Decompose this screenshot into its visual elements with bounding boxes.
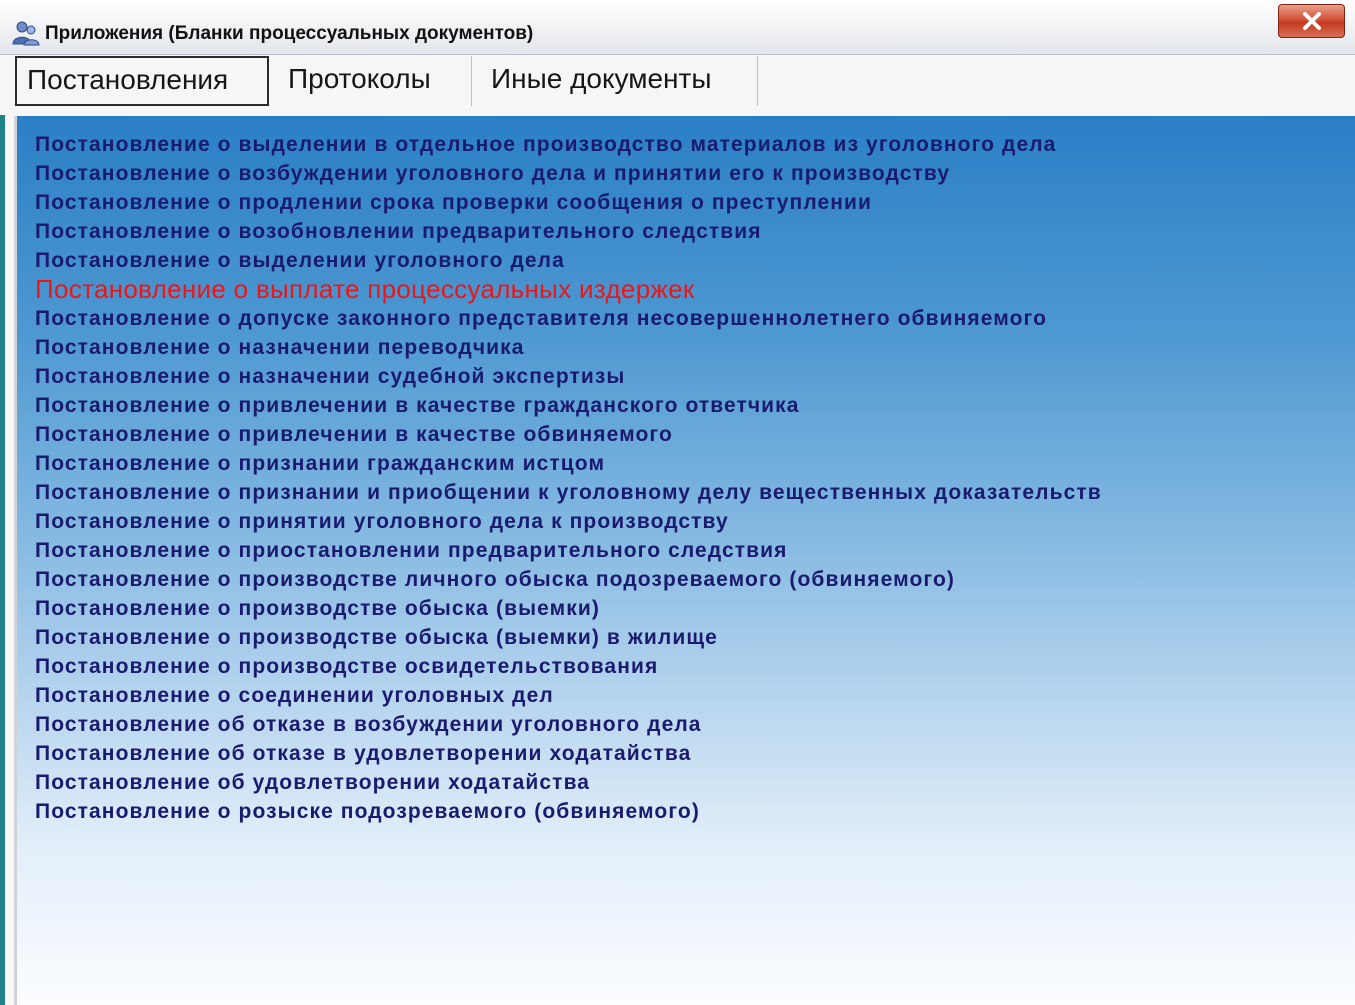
document-link[interactable]: Постановление о производстве освидетельс… (35, 652, 1102, 681)
document-link-highlighted[interactable]: Постановление о выплате процессуальных и… (35, 275, 1102, 304)
tab-bar: Постановления Протоколы Иные документы (0, 55, 1355, 115)
document-link[interactable]: Постановление о привлечении в качестве г… (35, 391, 1102, 420)
documents-panel: Постановление о выделении в отдельное пр… (14, 116, 1355, 1005)
documents-list: Постановление о выделении в отдельное пр… (35, 130, 1102, 826)
document-link[interactable]: Постановление о соединении уголовных дел (35, 681, 1102, 710)
document-link[interactable]: Постановление о выделении уголовного дел… (35, 246, 1102, 275)
document-link[interactable]: Постановление об отказе в удовлетворении… (35, 739, 1102, 768)
document-link[interactable]: Постановление об отказе в возбуждении уг… (35, 710, 1102, 739)
tab-postanovleniya[interactable]: Постановления (15, 56, 269, 106)
users-icon (11, 20, 41, 46)
application-window: Приложения (Бланки процессуальных докуме… (0, 0, 1355, 1005)
document-link[interactable]: Постановление о приостановлении предвари… (35, 536, 1102, 565)
document-link[interactable]: Постановление о признании гражданским ис… (35, 449, 1102, 478)
document-link[interactable]: Постановление о выделении в отдельное пр… (35, 130, 1102, 159)
document-link[interactable]: Постановление о возбуждении уголовного д… (35, 159, 1102, 188)
document-link[interactable]: Постановление о производстве обыска (вые… (35, 594, 1102, 623)
window-frame-left (0, 55, 5, 1005)
document-link[interactable]: Постановление о производстве обыска (вые… (35, 623, 1102, 652)
tab-protokoly[interactable]: Протоколы (270, 56, 472, 106)
document-link[interactable]: Постановление о назначении судебной эксп… (35, 362, 1102, 391)
document-link[interactable]: Постановление о допуске законного предст… (35, 304, 1102, 333)
document-link[interactable]: Постановление о назначении переводчика (35, 333, 1102, 362)
document-link[interactable]: Постановление о продлении срока проверки… (35, 188, 1102, 217)
document-link[interactable]: Постановление о возобновлении предварите… (35, 217, 1102, 246)
document-link[interactable]: Постановление о производстве личного обы… (35, 565, 1102, 594)
document-link[interactable]: Постановление об удовлетворении ходатайс… (35, 768, 1102, 797)
title-bar[interactable]: Приложения (Бланки процессуальных докуме… (0, 0, 1355, 55)
tab-inye-dokumenty[interactable]: Иные документы (472, 56, 758, 106)
document-link[interactable]: Постановление о признании и приобщении к… (35, 478, 1102, 507)
window-title: Приложения (Бланки процессуальных докуме… (45, 23, 534, 44)
document-link[interactable]: Постановление о принятии уголовного дела… (35, 507, 1102, 536)
close-icon (1303, 12, 1321, 30)
close-button[interactable] (1278, 4, 1345, 38)
document-link[interactable]: Постановление о привлечении в качестве о… (35, 420, 1102, 449)
document-link[interactable]: Постановление о розыске подозреваемого (… (35, 797, 1102, 826)
